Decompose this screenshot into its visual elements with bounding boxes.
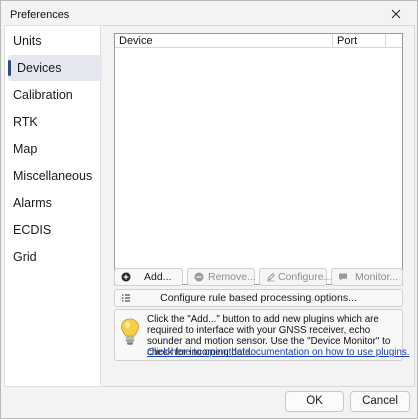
monitor-button[interactable]: Monitor...: [331, 268, 403, 286]
documentation-link[interactable]: Click here to open the documentation on …: [147, 347, 410, 358]
sidebar-item-miscellaneous[interactable]: Miscellaneous: [5, 163, 102, 189]
sidebar-item-alarms[interactable]: Alarms: [5, 190, 102, 216]
window-title: Preferences: [10, 9, 70, 21]
sidebar-item-map[interactable]: Map: [5, 136, 102, 162]
devices-panel: Device Port Add... Remove... Configure..…: [102, 25, 415, 387]
configure-rules-button[interactable]: Configure rule based processing options.…: [114, 289, 403, 307]
lightbulb-icon: [121, 318, 139, 345]
ok-button[interactable]: OK: [285, 391, 344, 412]
sidebar-item-rtk[interactable]: RTK: [5, 109, 102, 135]
configure-rules-label: Configure rule based processing options.…: [160, 292, 357, 304]
close-icon: [391, 9, 401, 19]
cancel-button[interactable]: Cancel: [350, 391, 410, 412]
sidebar-item-devices[interactable]: Devices: [8, 55, 103, 81]
monitor-button-label: Monitor...: [355, 271, 399, 283]
sidebar-item-grid[interactable]: Grid: [5, 244, 102, 270]
column-header-device[interactable]: Device: [115, 34, 333, 48]
device-buttons: Add... Remove... Configure... Monitor...: [114, 268, 403, 286]
column-header-port[interactable]: Port: [333, 34, 386, 48]
table-header: Device Port: [115, 34, 402, 48]
configure-button-label: Configure...: [278, 271, 333, 283]
remove-circle-icon: [194, 272, 204, 282]
configure-button[interactable]: Configure...: [259, 268, 332, 286]
close-button[interactable]: [379, 3, 413, 25]
add-circle-icon: [121, 272, 131, 282]
list-settings-icon: [122, 294, 130, 302]
sidebar-item-calibration[interactable]: Calibration: [5, 82, 102, 108]
pencil-icon: [267, 272, 276, 282]
sidebar-item-ecdis[interactable]: ECDIS: [5, 217, 102, 243]
devices-table[interactable]: Device Port: [114, 33, 403, 285]
info-box: Click the "Add..." button to add new plu…: [114, 309, 410, 361]
preferences-dialog: Preferences Units Devices Calibration RT…: [0, 0, 418, 419]
remove-button[interactable]: Remove...: [187, 268, 256, 286]
preferences-sidebar: Units Devices Calibration RTK Map Miscel…: [4, 25, 103, 387]
add-button[interactable]: Add...: [114, 268, 183, 286]
add-button-label: Add...: [144, 271, 172, 283]
sidebar-item-units[interactable]: Units: [5, 28, 102, 54]
chat-bubble-icon: [339, 273, 347, 281]
remove-button-label: Remove...: [208, 271, 256, 283]
